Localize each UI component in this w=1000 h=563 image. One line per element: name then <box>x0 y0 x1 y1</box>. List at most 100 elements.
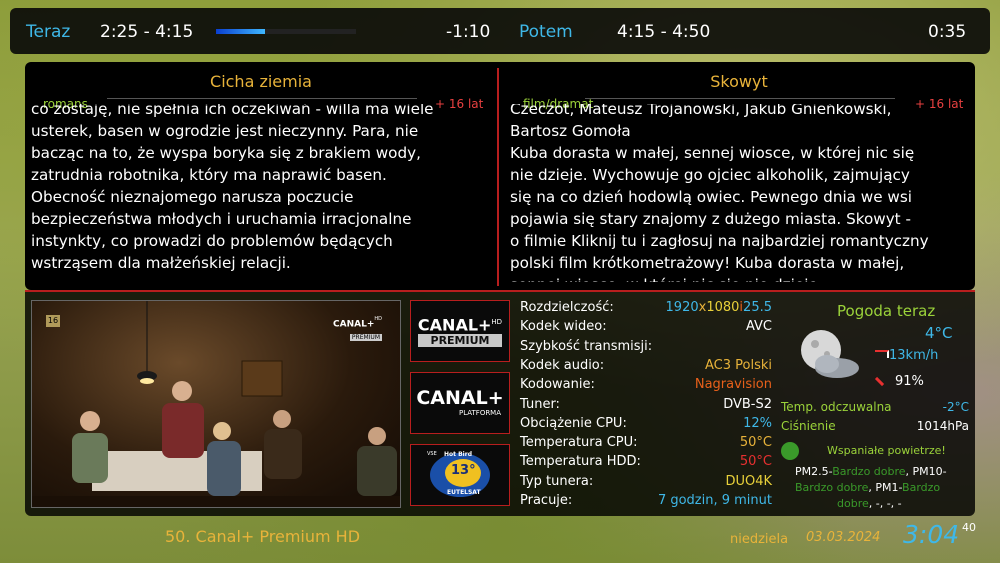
tech-label: Temperatura CPU: <box>520 435 638 451</box>
desc-line: o filmie Kliknij tu i zagłosuj na najbar… <box>510 232 929 250</box>
tech-row-resolution: Rozdzielczość: 1920x1080i25.5 <box>520 300 772 318</box>
tech-value: AVC <box>745 319 772 335</box>
progress-bar <box>216 29 356 34</box>
satellite-degree: 13° <box>451 463 476 478</box>
date: 03.03.2024 <box>806 530 881 545</box>
resolution-fps: 25.5 <box>743 300 772 315</box>
now-event-title: Cicha ziemia <box>210 72 312 91</box>
tech-row: Szybkość transmisji: <box>520 339 772 357</box>
weather-title: Pogoda teraz <box>837 302 936 320</box>
canal-premium-logo: CANAL+HD PREMIUM <box>410 300 510 362</box>
air-text: , PM10- <box>905 465 947 478</box>
next-label: Potem <box>519 22 573 42</box>
desc-line: wstrząsem dla małżeńskiej relacji. <box>31 254 291 272</box>
tech-label: Kodek audio: <box>520 357 605 373</box>
clock-seconds: 40 <box>962 521 976 534</box>
resolution-width: 1920 <box>665 300 699 315</box>
logo-platforma-line1: CANAL+ <box>416 387 504 409</box>
tech-row: Pracuje: 7 godzin, 9 minut <box>520 493 772 511</box>
tech-value: 12% <box>743 415 772 431</box>
desc-line: Czeczot, Mateusz Trojanowski, Jakub Gnie… <box>510 104 892 118</box>
next-duration: 0:35 <box>928 22 967 42</box>
tech-value: AC3 Polski <box>705 357 772 373</box>
tech-label: Rozdzielczość: <box>520 300 614 315</box>
desc-line: Bartosz Gomoła <box>510 122 631 140</box>
channel-name: 50. Canal+ Premium HD <box>165 527 361 546</box>
tech-label: Kodowanie: <box>520 377 595 393</box>
resolution-value: 1920x1080i25.5 <box>666 300 772 315</box>
pressure-value: 1014hPa <box>916 419 969 433</box>
satellite-top: Hot Bird <box>444 451 472 458</box>
now-event-rule <box>107 98 417 99</box>
next-event-rule <box>585 98 895 99</box>
air-status: Bardzo dobre <box>795 481 869 494</box>
air-text: , PM1- <box>868 481 903 494</box>
desc-line: usterek, basen w ogrodzie jest nieczynny… <box>31 122 419 140</box>
tech-label: Pracuje: <box>520 493 573 508</box>
clock: 3:04 <box>903 520 960 549</box>
canal-platforma-logo: CANAL+ PLATFORMA <box>410 372 510 434</box>
air-status: Bardzo dobre <box>832 465 906 478</box>
tech-row: Temperatura CPU: 50°C <box>520 435 772 453</box>
feels-value: -2°C <box>942 400 969 414</box>
tech-label: Typ tunera: <box>520 473 594 489</box>
satellite-logo: VSE Hot Bird 13° EUTELSAT <box>410 444 510 506</box>
logo-premium-line2: PREMIUM <box>418 334 502 348</box>
scene-illustration <box>32 301 400 507</box>
weather-humidity: 91% <box>895 374 924 389</box>
panel-divider <box>497 68 499 286</box>
weather-temp: 4°C <box>925 324 953 342</box>
logo-premium-line1: CANAL+ <box>417 315 492 335</box>
tech-label: Temperatura HDD: <box>520 454 641 470</box>
air-status: dobre <box>837 497 869 510</box>
air-quality-details: PM2.5-Bardzo dobre, PM10- Bardzo dobre, … <box>795 464 973 512</box>
cloud-moon-icon <box>801 330 859 378</box>
next-event-description: Czeczot, Mateusz Trojanowski, Jakub Gnie… <box>510 104 970 282</box>
desc-line: polski film krótkometrażowy! Kuba dorast… <box>510 254 905 272</box>
humidity-icon <box>874 371 890 387</box>
next-time: 4:15 - 4:50 <box>617 22 711 42</box>
desc-line: pojawia się stary znajomy z dużego miast… <box>510 210 911 228</box>
tech-label: Obciążenie CPU: <box>520 415 627 431</box>
video-preview[interactable]: 16 CANAL+HD PREMIUM <box>31 300 401 508</box>
weather-panel: Pogoda teraz 4°C 13km/h 91% Temp. odczuw… <box>779 292 975 518</box>
tech-value: 50°C <box>739 435 772 451</box>
air-text: , -, -, - <box>868 497 902 510</box>
now-time: 2:25 - 4:15 <box>100 22 194 42</box>
tech-row: Tuner: DVB-S2 <box>520 397 772 415</box>
satellite-short: VSE <box>427 451 437 457</box>
tech-row: Kodowanie: Nagravision <box>520 377 772 395</box>
satellite-band: EUTELSAT <box>447 489 481 496</box>
technical-info: Rozdzielczość: 1920x1080i25.5 Kodek wide… <box>520 300 772 510</box>
desc-line: bezpieczeństwa młodych i uruchamia irrac… <box>31 210 412 228</box>
tech-row: Temperatura HDD: 50°C <box>520 454 772 472</box>
desc-line: się na co dzień hodowlą owiec. Pewnego d… <box>510 188 912 206</box>
air-status: Bardzo <box>902 481 941 494</box>
weekday: niedziela <box>730 532 789 547</box>
tech-value: DUO4K <box>725 473 772 489</box>
tech-label: Tuner: <box>520 396 560 412</box>
desc-line: co zostaję, nie spełnia ich oczekiwań - … <box>31 104 434 118</box>
feels-label: Temp. odczuwalna <box>781 400 892 414</box>
desc-line: instynkty, co prowadzi do problemów będą… <box>31 232 393 250</box>
tech-value: DVB-S2 <box>723 396 772 412</box>
resolution-height: 1080 <box>706 300 740 315</box>
wind-icon <box>875 350 889 358</box>
desc-line: Obecność nieznajomego narusza poczucie <box>31 188 354 206</box>
tech-label: Kodek wideo: <box>520 319 607 335</box>
top-info-bar: Teraz 2:25 - 4:15 -1:10 Potem 4:15 - 4:5… <box>10 8 990 54</box>
logo-platforma-line2: PLATFORMA <box>458 409 502 417</box>
desc-line: Kuba dorasta w małej, sennej wiosce, w k… <box>510 144 915 162</box>
now-event-description: co zostaję, nie spełnia ich oczekiwań - … <box>31 104 486 282</box>
now-label: Teraz <box>26 22 71 42</box>
desc-line: zatrudnia robotnika, który ma naprawić b… <box>31 166 387 184</box>
next-event-title: Skowyt <box>710 72 768 91</box>
air-text: PM2.5- <box>795 465 833 478</box>
tech-row: Typ tunera: DUO4K <box>520 474 772 492</box>
logo-premium-sup: HD <box>491 318 503 326</box>
tech-value: Nagravision <box>694 377 772 393</box>
weather-wind: 13km/h <box>889 348 939 363</box>
air-quality-label: Wspaniałe powietrze! <box>827 444 946 457</box>
info-bottom-panel: 16 CANAL+HD PREMIUM CANAL+HD PREMIUM CAN… <box>25 290 975 516</box>
tech-value: 7 godzin, 9 minut <box>657 493 772 508</box>
